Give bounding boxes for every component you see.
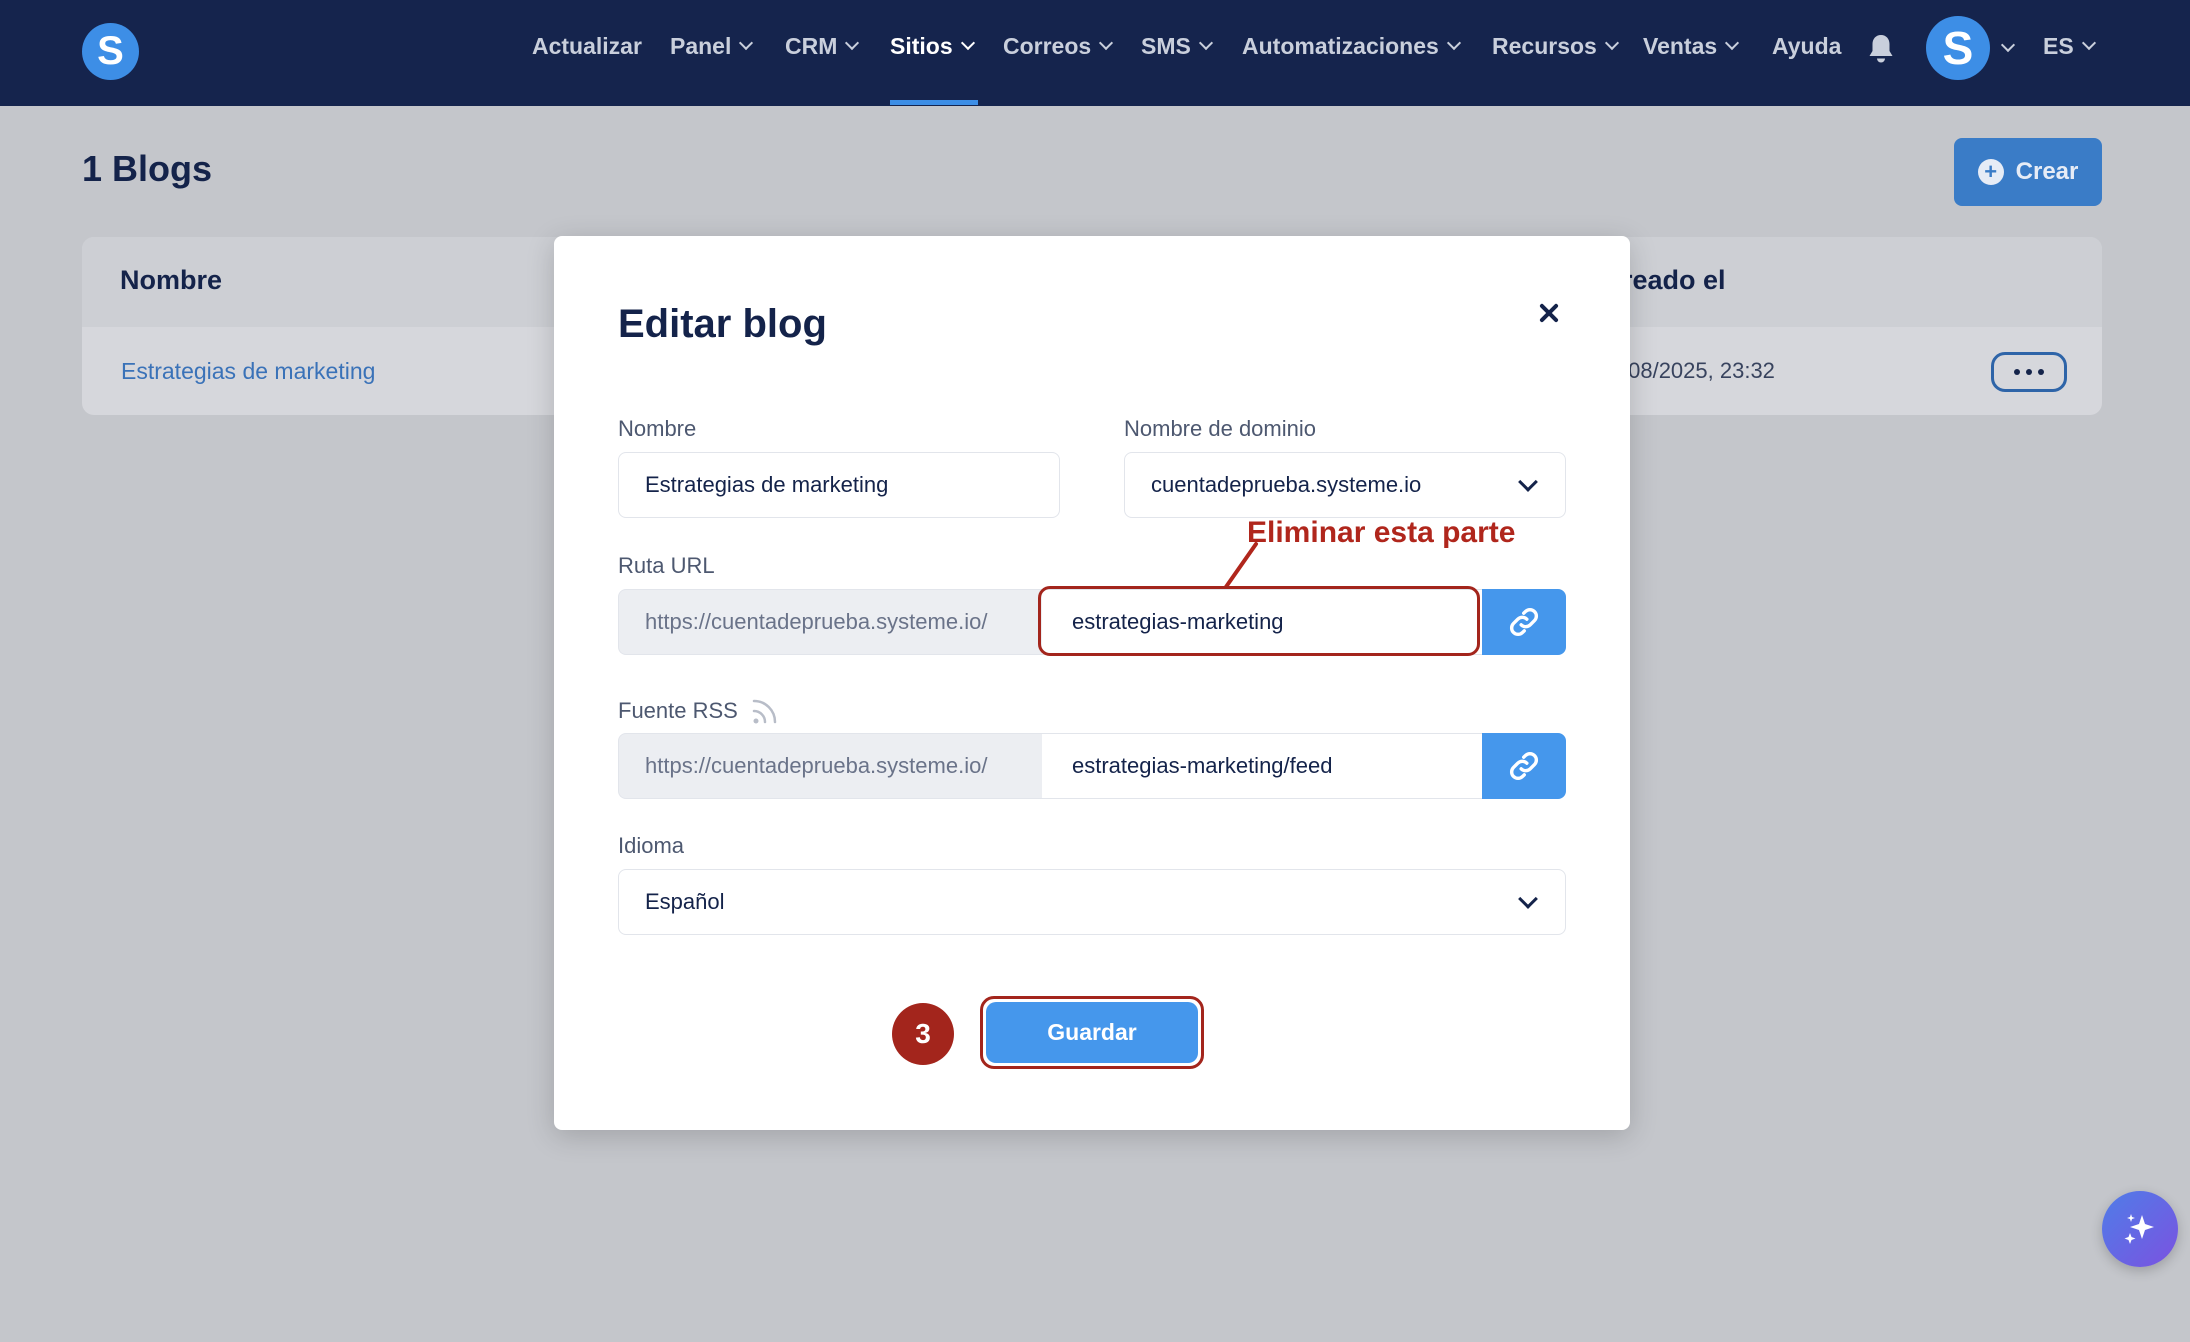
ai-assistant-button[interactable] xyxy=(2102,1191,2178,1267)
plus-circle-icon: + xyxy=(1977,159,2004,185)
open-rss-button[interactable] xyxy=(1482,733,1566,799)
blog-name-link[interactable]: Estrategias de marketing xyxy=(121,358,375,385)
close-icon[interactable] xyxy=(1535,299,1563,327)
nav-item-ayuda[interactable]: Ayuda xyxy=(1772,30,1841,62)
rss-icon xyxy=(752,699,777,724)
chevron-down-icon xyxy=(1198,35,1213,51)
edit-blog-modal: Editar blog Nombre Estrategias de market… xyxy=(554,236,1630,1130)
nav-item-sms[interactable]: SMS xyxy=(1141,30,1213,62)
nav-item-actualizar[interactable]: Actualizar xyxy=(532,30,642,62)
save-button[interactable]: Guardar xyxy=(986,1002,1198,1063)
sparkles-icon xyxy=(2124,1214,2154,1244)
chevron-down-icon xyxy=(845,35,860,51)
url-prefix: https://cuentadeprueba.systeme.io/ xyxy=(618,589,1042,655)
page-title: 1 Blogs xyxy=(82,148,213,189)
chevron-down-icon xyxy=(1604,35,1619,51)
chevron-down-icon xyxy=(1099,35,1114,51)
chevron-down-icon xyxy=(2081,35,2096,51)
open-url-button[interactable] xyxy=(1482,589,1566,655)
language-select[interactable]: Español xyxy=(618,869,1566,935)
systeme-logo[interactable]: S xyxy=(82,23,139,80)
nav-item-recursos[interactable]: Recursos xyxy=(1492,30,1619,62)
chevron-down-icon xyxy=(739,35,754,51)
column-header-name: Nombre xyxy=(120,265,223,295)
language-label: Idioma xyxy=(618,833,685,858)
annotation-hint: Eliminar esta parte xyxy=(1247,516,1516,549)
more-dots-icon xyxy=(2014,369,2020,375)
chevron-down-icon xyxy=(1725,35,1740,51)
domain-label: Nombre de dominio xyxy=(1124,416,1316,441)
top-navigation: S Actualizar Panel CRM Sitios Correos SM… xyxy=(0,0,2190,106)
rss-prefix: https://cuentadeprueba.systeme.io/ xyxy=(618,733,1042,799)
link-icon xyxy=(1510,608,1538,636)
chevron-down-icon xyxy=(1446,35,1461,51)
active-nav-indicator xyxy=(890,100,978,105)
nav-item-correos[interactable]: Correos xyxy=(1003,30,1114,62)
rss-label: Fuente RSS xyxy=(618,696,780,726)
blog-created-date: /08/2025, 23:32 xyxy=(1622,358,1775,383)
nav-item-automatizaciones[interactable]: Automatizaciones xyxy=(1242,30,1461,62)
url-path-label: Ruta URL xyxy=(618,553,715,578)
name-input[interactable]: Estrategias de marketing xyxy=(618,452,1060,518)
language-selector[interactable]: ES xyxy=(2043,30,2096,62)
nav-item-panel[interactable]: Panel xyxy=(670,30,754,62)
url-path-highlight xyxy=(1038,586,1480,656)
create-button[interactable]: + Crear xyxy=(1954,138,2102,206)
chevron-down-icon xyxy=(1518,889,1538,909)
bell-icon[interactable] xyxy=(1867,33,1895,65)
nav-item-crm[interactable]: CRM xyxy=(785,30,860,62)
chevron-down-icon xyxy=(2000,37,2016,53)
rss-path-field[interactable]: estrategias-marketing/feed xyxy=(1042,733,1482,799)
chevron-down-icon xyxy=(1518,472,1538,492)
nav-item-ventas[interactable]: Ventas xyxy=(1643,30,1740,62)
save-button-highlight: Guardar xyxy=(980,996,1204,1069)
step-number-badge: 3 xyxy=(892,1003,954,1065)
modal-title: Editar blog xyxy=(618,302,827,346)
row-actions-button[interactable] xyxy=(1991,352,2067,392)
nav-item-sitios[interactable]: Sitios xyxy=(890,30,975,62)
chevron-down-icon xyxy=(960,35,975,51)
avatar-menu-toggle[interactable] xyxy=(2000,32,2016,64)
column-header-created: reado el xyxy=(1622,265,1726,295)
domain-select[interactable]: cuentadeprueba.systeme.io xyxy=(1124,452,1566,518)
user-avatar[interactable]: S xyxy=(1926,16,1990,80)
link-icon xyxy=(1510,752,1538,780)
name-label: Nombre xyxy=(618,416,697,441)
